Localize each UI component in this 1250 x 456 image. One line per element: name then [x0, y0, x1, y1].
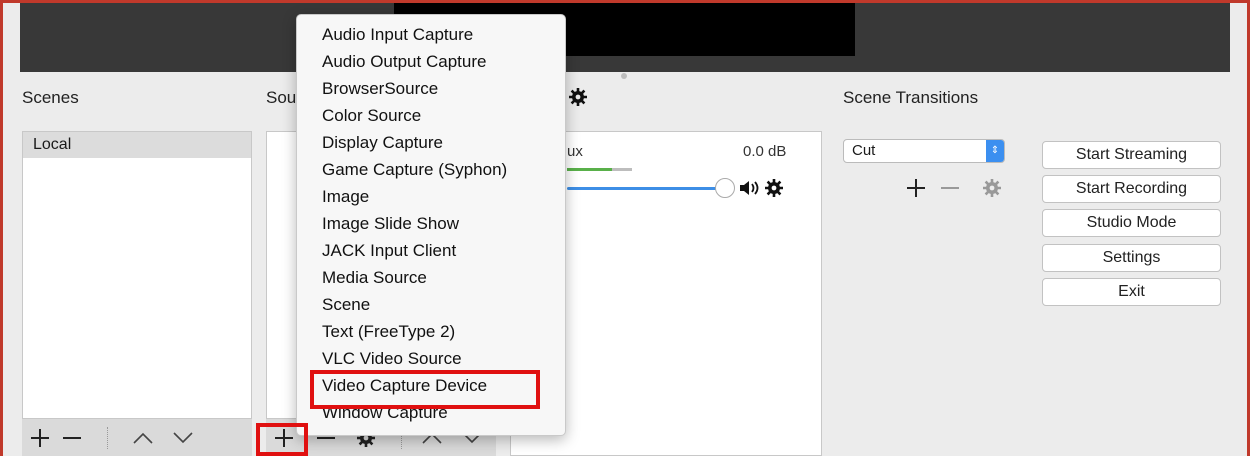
chevron-down-icon[interactable]	[172, 431, 194, 445]
volume-meter-gap	[612, 168, 632, 171]
mixer-channel-label: ux	[567, 143, 583, 160]
splitter-handle[interactable]	[621, 73, 627, 79]
scenes-heading: Scenes	[22, 88, 79, 107]
highlight-box-video-capture-device	[310, 370, 540, 409]
highlight-box-add-source-button	[256, 423, 308, 456]
scenes-toolbar	[22, 418, 252, 456]
menu-item-audio-input-capture[interactable]: Audio Input Capture	[322, 25, 473, 45]
studio-mode-button[interactable]: Studio Mode	[1042, 209, 1221, 237]
start-streaming-button[interactable]: Start Streaming	[1042, 141, 1221, 169]
scene-item-local[interactable]: Local	[23, 132, 251, 158]
gear-icon[interactable]	[982, 178, 1002, 198]
menu-item-color-source[interactable]: Color Source	[322, 106, 421, 126]
menu-item-media-source[interactable]: Media Source	[322, 268, 427, 288]
volume-slider-knob[interactable]	[715, 178, 735, 198]
menu-item-display-capture[interactable]: Display Capture	[322, 133, 443, 153]
menu-item-audio-output-capture[interactable]: Audio Output Capture	[322, 52, 486, 72]
gear-icon[interactable]	[764, 178, 784, 198]
speaker-icon[interactable]	[739, 179, 761, 197]
mixer-db-readout: 0.0 dB	[743, 143, 787, 160]
volume-meter	[567, 168, 612, 171]
chevron-up-icon[interactable]	[132, 431, 154, 445]
plus-icon[interactable]	[30, 428, 50, 448]
menu-item-image[interactable]: Image	[322, 187, 369, 207]
gear-icon[interactable]	[568, 87, 588, 107]
sources-heading: Sou	[266, 88, 297, 107]
menu-item-jack-input-client[interactable]: JACK Input Client	[322, 241, 456, 261]
toolbar-separator	[107, 427, 109, 449]
menu-item-game-capture-syphon[interactable]: Game Capture (Syphon)	[322, 160, 507, 180]
transition-select-value: Cut	[852, 142, 876, 159]
start-recording-button[interactable]: Start Recording	[1042, 175, 1221, 203]
plus-icon[interactable]	[906, 178, 926, 198]
minus-icon[interactable]	[62, 428, 82, 448]
minus-icon[interactable]	[940, 178, 960, 198]
settings-button[interactable]: Settings	[1042, 244, 1221, 272]
transition-select[interactable]: Cut ⇕	[843, 139, 1005, 163]
chevron-updown-icon: ⇕	[986, 140, 1004, 162]
menu-item-browsersource[interactable]: BrowserSource	[322, 79, 438, 99]
volume-slider-track[interactable]	[567, 187, 717, 190]
menu-item-text-freetype-2[interactable]: Text (FreeType 2)	[322, 322, 455, 342]
scenes-list[interactable]: Local	[22, 131, 252, 423]
menu-item-scene[interactable]: Scene	[322, 295, 370, 315]
transitions-heading: Scene Transitions	[843, 88, 979, 107]
menu-item-vlc-video-source[interactable]: VLC Video Source	[322, 349, 462, 369]
window-frame-left	[0, 0, 3, 456]
exit-button[interactable]: Exit	[1042, 278, 1221, 306]
menu-item-image-slide-show[interactable]: Image Slide Show	[322, 214, 459, 234]
